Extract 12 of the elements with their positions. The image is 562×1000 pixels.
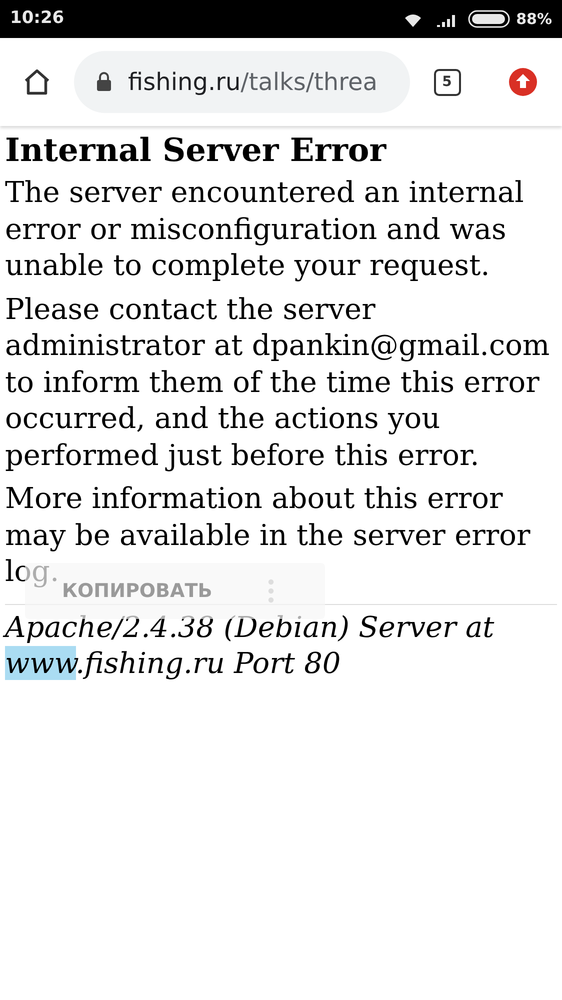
battery-percent: 88% <box>516 8 552 30</box>
status-time: 10:26 <box>10 7 64 30</box>
url-text: fishing.ru/talks/threa <box>128 67 378 98</box>
update-icon[interactable] <box>509 68 537 96</box>
page-heading: Internal Server Error <box>5 130 388 170</box>
error-paragraph: Please contact the server administrator at dpankin@gmail.com to inform them of the time this error occurred, and the actions you performed just before this error. <box>5 290 551 473</box>
battery-icon <box>468 10 510 28</box>
tab-count-button[interactable]: 5 <box>434 68 460 96</box>
lock-icon <box>96 72 112 92</box>
home-icon <box>22 67 52 97</box>
address-bar[interactable]: fishing.ru/talks/threa <box>74 51 410 113</box>
error-paragraph: The server encountered an internal error or misconfiguration and was unable to complete your request. <box>5 174 525 284</box>
